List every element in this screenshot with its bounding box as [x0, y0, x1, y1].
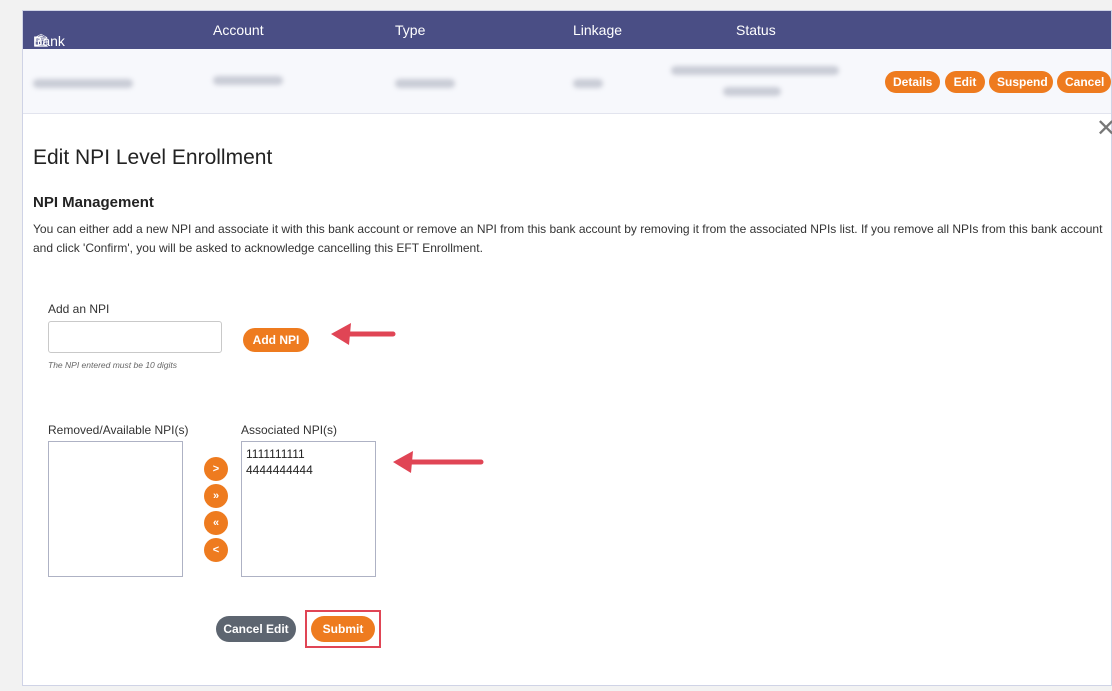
redacted-bank-name	[33, 79, 133, 88]
section-description: You can either add a new NPI and associa…	[33, 222, 1103, 255]
add-npi-input[interactable]	[48, 321, 222, 353]
associated-list-label: Associated NPI(s)	[241, 423, 338, 437]
add-npi-hint: The NPI entered must be 10 digits	[48, 360, 177, 370]
redacted-account	[213, 76, 283, 85]
move-selected-right-button[interactable]: >	[204, 457, 228, 481]
column-status: Status	[736, 22, 776, 38]
column-linkage: Linkage	[573, 22, 623, 38]
column-account: Account	[213, 22, 264, 38]
redacted-status-line2	[723, 87, 781, 96]
annotation-arrow	[331, 323, 396, 345]
cancel-edit-button[interactable]: Cancel Edit	[216, 616, 296, 642]
move-selected-left-button[interactable]: <	[204, 538, 228, 562]
edit-button[interactable]: Edit	[945, 71, 985, 93]
cancel-enrollment-button[interactable]: Cancel	[1057, 71, 1111, 93]
submit-button[interactable]: Submit	[311, 616, 375, 642]
list-item[interactable]: 4444444444	[242, 462, 375, 478]
removed-list-label: Removed/Available NPI(s)	[48, 423, 189, 437]
redacted-linkage	[573, 79, 603, 88]
associated-npi-list[interactable]: 1111111111 4444444444	[241, 441, 376, 577]
redacted-type	[395, 79, 455, 88]
close-icon[interactable]: ✕	[1096, 117, 1112, 141]
section-title: NPI Management	[33, 194, 154, 211]
list-item[interactable]: 1111111111	[242, 446, 375, 462]
enrollment-panel: 🏛Bank Name Account Type Linkage Status D…	[22, 10, 1112, 686]
annotation-arrow	[393, 451, 484, 473]
add-npi-label: Add an NPI	[48, 302, 110, 316]
redacted-status-line1	[671, 66, 839, 75]
details-button[interactable]: Details	[885, 71, 940, 93]
column-type: Type	[395, 22, 426, 38]
removed-npi-list[interactable]	[48, 441, 183, 577]
move-all-left-button[interactable]: «	[204, 511, 228, 535]
table-header: 🏛Bank Name Account Type Linkage Status	[23, 11, 1111, 65]
add-npi-button[interactable]: Add NPI	[243, 328, 309, 352]
suspend-button[interactable]: Suspend	[989, 71, 1053, 93]
modal-title: Edit NPI Level Enrollment	[33, 146, 273, 169]
move-all-right-button[interactable]: »	[204, 484, 228, 508]
